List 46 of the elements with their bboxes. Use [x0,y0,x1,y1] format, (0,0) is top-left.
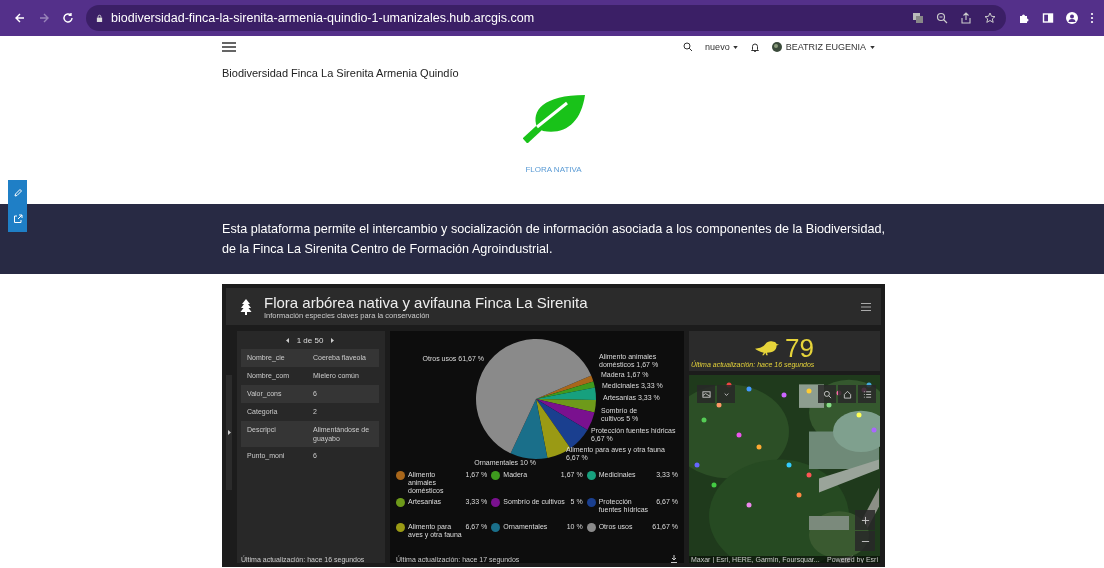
list-icon [862,389,872,399]
reload-icon[interactable] [62,12,74,24]
banner-text: Esta plataforma permite el intercambio y socialización de información asociada a los componentes de la Biodiversidad, de la Finca La Sirenita Centro de Formación Agroindustrial. [222,221,886,258]
panel-toggle[interactable] [226,374,232,490]
profile-icon[interactable] [1066,12,1078,24]
back-icon[interactable] [14,12,26,24]
tree-icon [240,298,252,315]
search-icon [822,389,832,399]
dashboard-title: Flora arbórea nativa y avifauna Finca La Sirenita [264,293,589,311]
new-menu[interactable]: nuevo [705,42,738,52]
indicator-value: 79 [785,334,814,361]
plus-icon [860,515,870,525]
translate-icon[interactable] [912,12,924,24]
url-text: biodiversidad-finca-la-sirenita-armenia-quindio-1-umanizales.hub.arcgis.com [111,11,535,25]
puzzle-icon[interactable] [1018,12,1030,24]
share-icon[interactable] [960,12,972,24]
search-icon[interactable] [683,42,694,52]
side-panel-icon[interactable] [1042,12,1054,24]
caret-icon [732,45,738,49]
star-icon[interactable] [984,12,996,24]
pencil-icon[interactable] [12,188,23,198]
pager-text: 1 de 50 [296,335,324,345]
bird-icon [755,339,780,356]
avatar-icon [771,42,782,52]
image-icon [701,389,711,399]
menu-icon[interactable] [222,42,236,52]
home-button[interactable] [838,385,856,403]
search-button[interactable] [818,385,836,403]
more-icon[interactable] [1090,12,1094,24]
zoom-in-button[interactable] [855,510,875,530]
next-arrow-icon[interactable] [331,337,335,343]
site-title: Biodiversidad Finca La Sirenita Armenia Quindío [222,67,460,79]
download-icon[interactable] [670,555,678,563]
previous-arrow-icon[interactable] [285,337,289,343]
address-bar[interactable]: biodiversidad-finca-la-sirenita-armenia-quindio-1-umanizales.hub.arcgis.com [86,5,1006,31]
external-link-icon[interactable] [12,214,23,224]
basemap-button[interactable] [697,385,715,403]
home-icon [842,389,852,399]
caret-icon [870,45,875,49]
menu-icon[interactable] [861,302,871,311]
zoom-icon[interactable] [936,12,948,24]
lock-icon [96,13,103,23]
bell-icon[interactable] [749,42,760,52]
expand-arrow-icon [227,429,231,435]
layer-list-button[interactable] [858,385,876,403]
user-menu[interactable]: BEATRIZ EUGENIA [771,42,875,52]
